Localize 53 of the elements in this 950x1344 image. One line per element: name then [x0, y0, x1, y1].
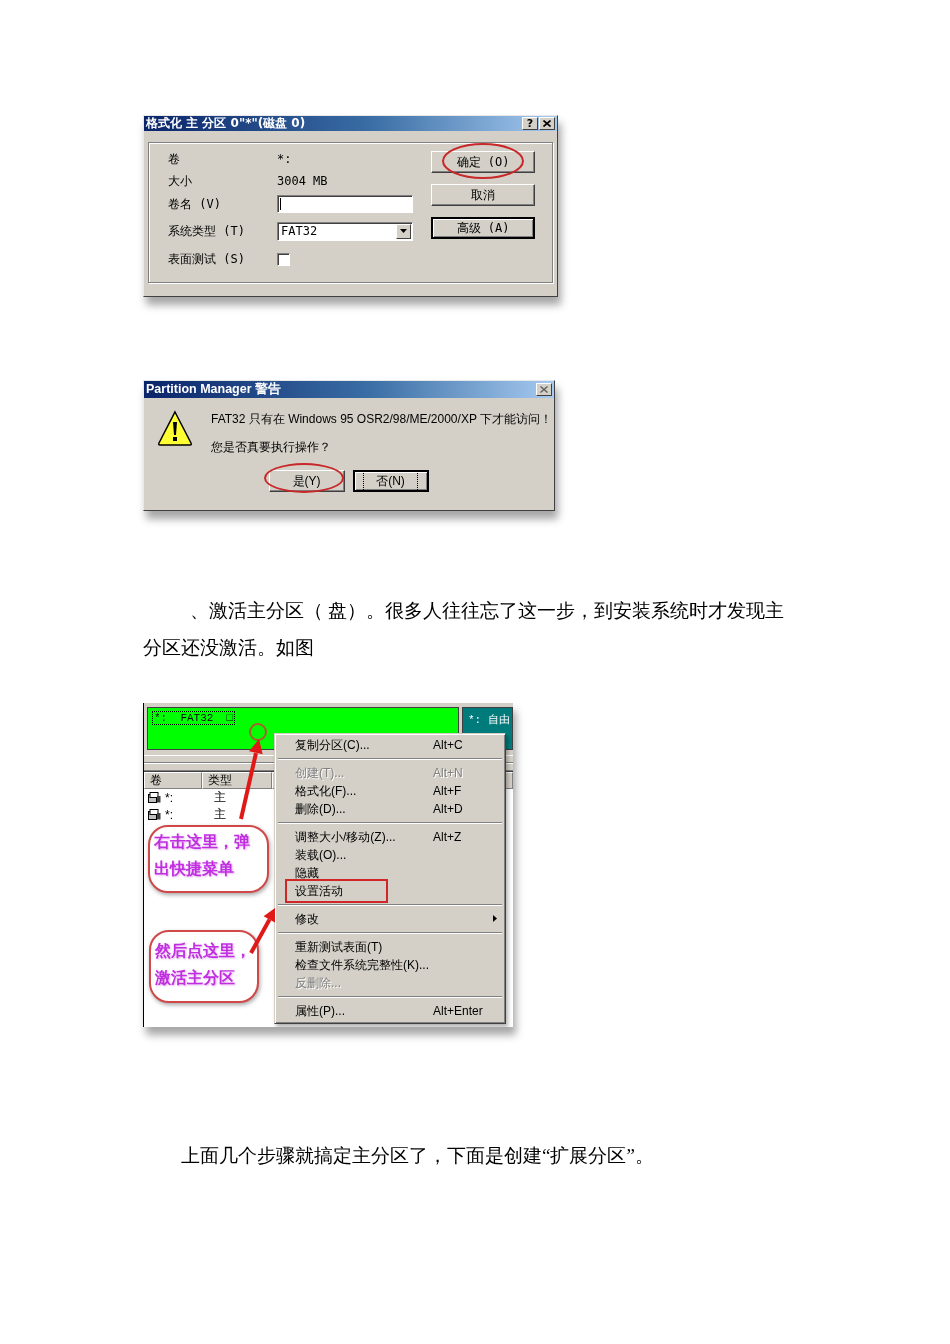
disk-icon — [148, 792, 161, 803]
ring-icon — [249, 723, 267, 741]
table-cell-text: 主 — [213, 806, 226, 823]
help-button[interactable]: ? — [522, 117, 538, 130]
dialog-button[interactable]: 高级 (A) — [431, 217, 535, 239]
partition-label: *: FAT32 □ — [152, 711, 236, 725]
menu-item[interactable]: 设置活动 — [277, 882, 503, 900]
field-label: 大小 — [168, 172, 193, 190]
disk-icon — [148, 809, 161, 820]
menu-item[interactable]: 重新测试表面(T) — [277, 938, 503, 956]
body-text: 上面几个步骤就搞定主分区了，下面是创建“扩展分区”。 — [180, 1144, 655, 1168]
field-value: 3004 MB — [277, 174, 328, 188]
callout-bubble: 右击这里，弹出快捷菜单 — [148, 825, 269, 893]
column-header[interactable]: 卷 — [144, 772, 202, 789]
menu-item[interactable]: 属性(P)... Alt+Enter — [277, 1002, 503, 1020]
body-text: 、激活主分区（ 盘）。很多人往往忘了这一步，到安装系统时才发现主分区还没激活。如图 — [143, 599, 785, 660]
column-header[interactable]: 类型 — [202, 772, 272, 789]
field-label: 卷名 (V) — [168, 195, 222, 213]
callout-bubble: 然后点这里，激活主分区 — [149, 930, 259, 1003]
arrow — [249, 908, 275, 954]
dropdown-field[interactable]: FAT32 — [277, 221, 413, 241]
close-button[interactable] — [536, 383, 552, 396]
caret-icon[interactable] — [396, 223, 411, 239]
checkbox[interactable] — [277, 252, 290, 266]
menu-item[interactable]: 调整大小/移动(Z)... Alt+Z — [277, 828, 503, 846]
field-value: *: — [277, 152, 292, 166]
field-label: 表面测试 (S) — [168, 250, 246, 268]
menu-item[interactable]: 隐藏 — [277, 864, 503, 882]
window-title: 格式化 主 分区 0"*"(磁盘 0) — [145, 115, 306, 132]
input-field[interactable] — [277, 195, 413, 213]
field-label: 卷 — [168, 150, 181, 168]
field-label: 系统类型 (T) — [168, 222, 246, 240]
table-cell-text: *: — [164, 790, 174, 805]
dialog-button[interactable]: 是(Y) — [268, 470, 345, 492]
table-cell-text: 主 — [213, 789, 226, 806]
dialog-button[interactable]: 取消 — [431, 184, 535, 206]
message-text: 您是否真要执行操作？ — [211, 439, 332, 456]
dialog-button[interactable]: 确定 (O) — [431, 151, 535, 173]
menu-item[interactable]: 检查文件系统完整性(K)... — [277, 956, 503, 974]
table-cell-text: *: — [164, 807, 174, 822]
menu-item[interactable]: 格式化(F)... Alt+F — [277, 782, 503, 800]
close-icon — [540, 386, 548, 393]
close-icon — [543, 120, 551, 127]
dialog-button[interactable]: 否(N) — [352, 470, 429, 492]
close-button[interactable] — [539, 117, 555, 130]
submenu-arrow-icon — [493, 915, 497, 922]
warning-icon — [157, 410, 193, 447]
window-title: Partition Manager 警告 — [145, 381, 282, 398]
partition-label: *: 自由 — [467, 713, 511, 728]
message-text: FAT32 只有在 Windows 95 OSR2/98/ME/2000/XP 下才能访问！ — [211, 411, 552, 428]
menu-item[interactable]: 修改 — [277, 910, 503, 928]
menu-item[interactable]: 装载(O)... — [277, 846, 503, 864]
menu-item[interactable]: 删除(D)... Alt+D — [277, 800, 503, 818]
